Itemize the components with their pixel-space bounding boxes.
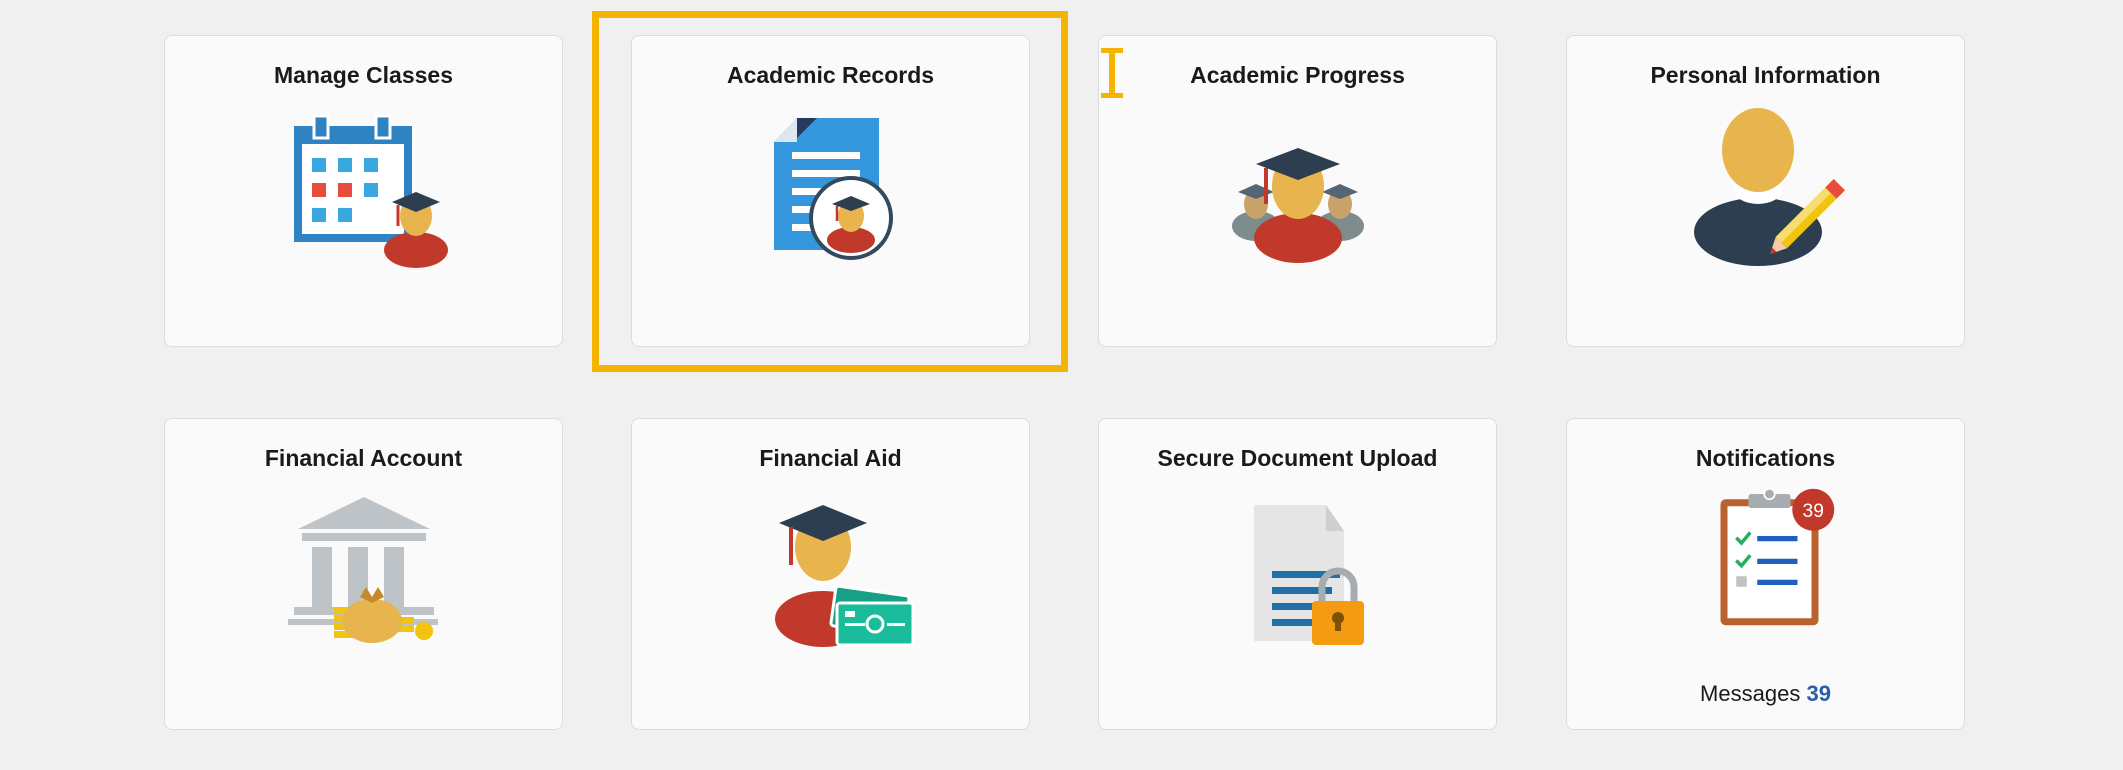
tile-personal-information[interactable]: Personal Information — [1566, 35, 1965, 347]
tile-notifications[interactable]: Notifications 39 Messages 39 — [1566, 418, 1965, 730]
clipboard-checklist-icon: 39 — [1676, 487, 1856, 626]
graduate-cash-icon — [741, 491, 921, 651]
tile-secure-document-upload[interactable]: Secure Document Upload — [1098, 418, 1497, 730]
graduates-icon — [1208, 108, 1388, 268]
focus-highlight — [592, 11, 1068, 372]
tile-title: Financial Account — [264, 445, 463, 471]
tile-manage-classes[interactable]: Manage Classes — [164, 35, 563, 347]
notification-badge: 39 — [1802, 501, 1823, 522]
tile-academic-progress[interactable]: Academic Progress — [1098, 35, 1497, 347]
tile-title: Notifications — [1695, 445, 1836, 471]
tile-title: Financial Aid — [759, 445, 902, 471]
text-cursor-icon — [1099, 46, 1125, 100]
messages-count: 39 — [1806, 681, 1831, 706]
tile-financial-account[interactable]: Financial Account — [164, 418, 563, 730]
messages-link[interactable]: Messages 39 — [1567, 681, 1964, 707]
messages-label: Messages — [1700, 681, 1801, 706]
tile-title: Personal Information — [1650, 62, 1881, 88]
tile-financial-aid[interactable]: Financial Aid — [631, 418, 1030, 730]
person-pencil-icon — [1676, 108, 1856, 268]
calendar-student-icon — [274, 108, 454, 268]
tile-title: Manage Classes — [274, 62, 453, 88]
tile-title: Secure Document Upload — [1157, 445, 1438, 471]
bank-money-icon — [274, 491, 454, 651]
tile-title: Academic Progress — [1190, 62, 1405, 88]
document-lock-icon — [1208, 491, 1388, 651]
